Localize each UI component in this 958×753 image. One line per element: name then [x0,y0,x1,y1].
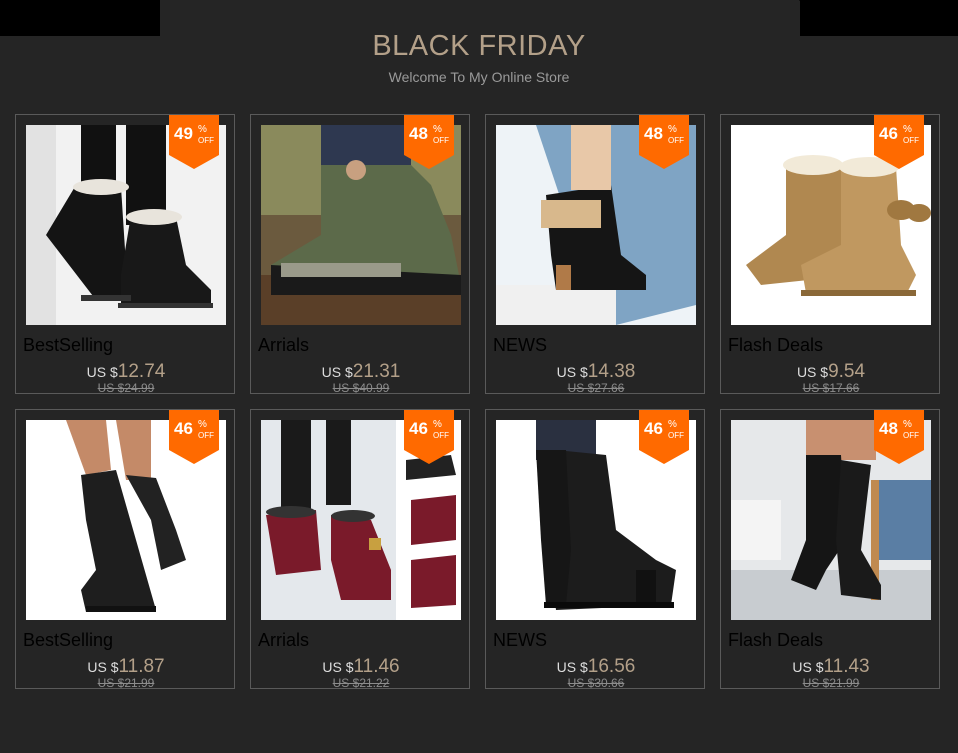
discount-off-label: OFF [198,431,214,440]
category-label[interactable]: Flash Deals [728,630,823,651]
price-value: 9.54 [828,361,866,382]
category-label[interactable]: BestSelling [23,335,113,356]
discount-off-label: OFF [903,431,919,440]
discount-badge: 48 % OFF [639,115,689,169]
discount-badge: 49 % OFF [169,115,219,169]
product-card[interactable]: 48 % OFF Flash Deals US $11.43 US $21.99 [720,409,941,690]
currency: US $ [792,659,824,675]
discount-badge: 48 % OFF [874,410,924,464]
discount-value: 48 [879,419,898,438]
price: US $14.38 [486,361,706,383]
discount-badge: 46 % OFF [874,115,924,169]
discount-badge: 48 % OFF [404,115,454,169]
currency: US $ [556,659,588,675]
page-subtitle: Welcome To My Online Store [388,69,570,85]
product-card[interactable]: 46 % OFF BestSelling US $11.87 US $21.99 [15,409,236,690]
discount-value: 46 [644,419,663,438]
original-price: US $24.99 [97,381,155,395]
price-value: 11.87 [118,656,165,677]
discount-percent: % [668,124,677,135]
currency: US $ [556,364,588,380]
product-card[interactable]: 49 % OFF BestSelling US $12.74 US $24.99 [15,114,236,395]
store-header: BLACK FRIDAY Welcome To My Online Store [0,30,958,85]
discount-percent: % [903,124,912,135]
price: US $16.56 [486,656,706,678]
discount-value: 49 [174,124,193,143]
currency: US $ [796,364,829,380]
discount-percent: % [433,124,442,135]
discount-percent: % [198,124,207,135]
category-label[interactable]: NEWS [493,335,547,356]
product-card[interactable]: 48 % OFF Arrials US $21.31 US $40.99 [250,114,471,395]
price-value: 21.31 [352,361,401,382]
discount-percent: % [198,419,207,430]
currency: US $ [87,659,119,675]
original-price: US $21.22 [332,676,390,690]
discount-value: 46 [879,124,898,143]
price-value: 14.38 [587,361,636,382]
price-value: 11.46 [353,656,400,677]
category-label[interactable]: Flash Deals [728,335,823,356]
category-label[interactable]: NEWS [493,630,547,651]
discount-off-label: OFF [198,136,214,145]
currency: US $ [322,659,354,675]
price: US $11.43 [721,656,941,678]
original-price: US $17.66 [802,381,860,395]
discount-value: 46 [409,419,428,438]
category-label[interactable]: Arrials [258,335,309,356]
discount-badge: 46 % OFF [169,410,219,464]
discount-off-label: OFF [903,136,919,145]
original-price: US $30.66 [567,676,625,690]
category-label[interactable]: Arrials [258,630,309,651]
price: US $12.74 [16,361,236,383]
discount-value: 48 [409,124,428,143]
product-card[interactable]: 46 % OFF Arrials US $11.46 US $21.22 [250,409,471,690]
price-value: 11.43 [823,656,870,677]
price: US $11.87 [16,656,236,678]
discount-percent: % [903,419,912,430]
page-title: BLACK FRIDAY [372,30,586,62]
discount-percent: % [433,419,442,430]
price: US $9.54 [721,361,941,383]
discount-off-label: OFF [433,431,449,440]
category-label[interactable]: BestSelling [23,630,113,651]
price-value: 12.74 [117,361,166,382]
original-price: US $27.66 [567,381,625,395]
discount-off-label: OFF [668,136,684,145]
original-price: US $21.99 [97,676,155,690]
price-value: 16.56 [587,656,636,677]
discount-badge: 46 % OFF [404,410,454,464]
product-card[interactable]: 46 % OFF Flash Deals US $9.54 US $17.66 [720,114,941,395]
discount-off-label: OFF [668,431,684,440]
product-card[interactable]: 46 % OFF NEWS US $16.56 US $30.66 [485,409,706,690]
discount-value: 46 [174,419,193,438]
currency: US $ [321,364,353,380]
price: US $11.46 [251,656,471,678]
product-card[interactable]: 48 % OFF NEWS US $14.38 US $27.66 [485,114,706,395]
currency: US $ [86,364,118,380]
price: US $21.31 [251,361,471,383]
discount-off-label: OFF [433,136,449,145]
original-price: US $40.99 [332,381,390,395]
discount-badge: 46 % OFF [639,410,689,464]
original-price: US $21.99 [802,676,860,690]
discount-percent: % [668,419,677,430]
discount-value: 48 [644,124,663,143]
